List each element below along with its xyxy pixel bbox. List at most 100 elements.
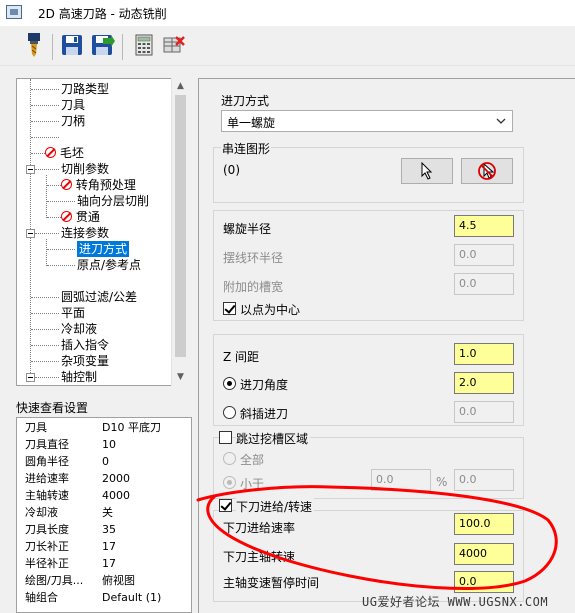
quick-view-row: 主轴转速 4000	[25, 487, 191, 504]
quick-view-value: 俯视图	[102, 574, 135, 587]
tree-scrollbar[interactable]: ▲ ▼	[171, 78, 188, 386]
tree-connector	[31, 313, 59, 314]
tree-connector	[46, 175, 47, 218]
skip-less-than-input[interactable]: 0.0	[371, 469, 431, 491]
expand-collapse-icon[interactable]	[26, 373, 35, 382]
skip-all-radio[interactable]	[223, 452, 236, 465]
tree-connector	[35, 169, 59, 170]
save-as-icon[interactable]	[89, 30, 117, 60]
entry-angle-input[interactable]: 2.0	[454, 372, 514, 394]
toolbar	[0, 26, 575, 66]
disabled-icon	[61, 179, 72, 190]
scroll-down-icon[interactable]: ▼	[172, 369, 189, 385]
tree-item-label: 转角预处理	[75, 178, 136, 192]
plunge-feed-speed-label: 下刀进给/转速	[236, 498, 315, 515]
chevron-down-icon	[496, 118, 506, 124]
tree-connector	[31, 297, 59, 298]
quick-view-row: 刀具长度 35	[25, 521, 191, 538]
tree-item-depth-cuts[interactable]: 轴向分层切削	[77, 193, 149, 209]
tree-item-arc-filter[interactable]: 圆弧过滤/公差	[61, 289, 137, 305]
quick-view-value: D10 平底刀	[102, 421, 161, 434]
tree-item-canned-text[interactable]: 插入指令	[61, 337, 109, 353]
tree-item-coolant[interactable]: 冷却液	[61, 321, 97, 337]
helix-radius-input[interactable]: 4.5	[454, 215, 514, 237]
tree-item-holder[interactable]: 刀柄	[61, 113, 85, 129]
quick-view-key: 半径补正	[25, 557, 69, 570]
quick-view-value: 17	[102, 540, 116, 553]
scroll-up-icon[interactable]: ▲	[172, 78, 189, 94]
trochoid-radius-input[interactable]: 0.0	[454, 244, 514, 266]
helix-radius-label: 螺旋半径	[223, 222, 272, 236]
tool-icon[interactable]	[20, 30, 48, 60]
tree-item-break-through[interactable]: 贯通	[61, 209, 100, 225]
quick-view-key: 冷却液	[25, 506, 58, 519]
entry-method-select[interactable]: 单一螺旋	[221, 110, 513, 132]
quick-view-panel: 刀具 D10 平底刀 刀具直径 10 圆角半径 0 进给速率 2000 主轴转速 4000…	[16, 417, 192, 613]
quick-view-row: 圆角半径 0	[25, 453, 191, 470]
tree-connector	[47, 185, 61, 186]
tree-item-linking-params[interactable]: 连接参数	[61, 225, 109, 241]
select-chain-button[interactable]	[401, 158, 453, 184]
tree-item-toolpath-type[interactable]: 刀路类型	[61, 81, 109, 97]
expand-collapse-icon[interactable]	[26, 165, 35, 174]
quick-view-value: 2000	[102, 472, 130, 485]
expand-collapse-icon[interactable]	[26, 229, 35, 238]
tree-item-misc-values[interactable]: 杂项变量	[61, 353, 109, 369]
tree-item-tool[interactable]: 刀具	[61, 97, 85, 113]
tree-item-home-ref-points[interactable]: 原点/参考点	[77, 257, 141, 273]
ramp-entry-input[interactable]: 0.0	[454, 401, 514, 423]
tree-item-planes[interactable]: 平面	[61, 305, 85, 321]
quick-view-key: 绘图/刀具...	[25, 574, 84, 587]
tree-connector	[47, 217, 61, 218]
entry-angle-label: 进刀角度	[240, 378, 289, 392]
quick-view-row: 进给速率 2000	[25, 470, 191, 487]
quick-view-key: 轴组合	[25, 591, 58, 604]
quick-view-key: 刀具长度	[25, 523, 69, 536]
clear-chain-button[interactable]	[461, 158, 513, 184]
skip-all-label: 全部	[240, 453, 265, 467]
quick-view-row: 绘图/刀具... 俯视图	[25, 572, 191, 589]
quick-view-row: 半径补正 17	[25, 555, 191, 572]
skip-less-than-input-2[interactable]: 0.0	[454, 469, 514, 491]
dwell-time-input[interactable]: 0.0	[454, 571, 514, 593]
tree-item-corner-preprocess[interactable]: 转角预处理	[61, 177, 136, 193]
quick-view-value: 0	[102, 455, 109, 468]
title-bar: 2D 高速刀路 - 动态铣削	[0, 0, 575, 26]
tree-connector	[31, 345, 59, 346]
skip-less-than-radio[interactable]	[223, 476, 236, 489]
scrollbar-thumb[interactable]	[175, 95, 186, 357]
tree-connector	[35, 377, 59, 378]
percent-label: %	[436, 475, 448, 489]
tree-connector	[47, 201, 75, 202]
plunge-feed-rate-input[interactable]: 100.0	[454, 513, 514, 535]
plunge-spindle-speed-input[interactable]: 4000	[454, 543, 514, 565]
extra-slot-width-input[interactable]: 0.0	[454, 273, 514, 295]
z-clearance-input[interactable]: 1.0	[454, 343, 514, 365]
skip-less-than-label: 小于	[240, 477, 265, 491]
quick-view-row: 冷却液 关	[25, 504, 191, 521]
calculator-icon[interactable]	[130, 30, 158, 60]
entry-method-label: 进刀方式	[221, 94, 270, 108]
tree-item-axis-control[interactable]: 轴控制	[61, 369, 97, 385]
save-icon[interactable]	[58, 30, 86, 60]
toolbar-separator	[52, 34, 53, 60]
entry-angle-radio[interactable]	[223, 377, 236, 390]
quick-view-key: 进给速率	[25, 472, 69, 485]
ramp-entry-radio[interactable]	[223, 406, 236, 419]
plunge-feed-rate-label: 下刀进给速率	[223, 521, 296, 535]
center-on-point-checkbox[interactable]	[223, 302, 236, 315]
tree-item-label: 毛坯	[59, 146, 84, 160]
delete-icon[interactable]	[160, 30, 188, 60]
skip-slot-checkbox[interactable]	[219, 431, 232, 444]
tree-item-entry-method[interactable]: 进刀方式	[77, 241, 130, 257]
quick-view-row: 刀长补正 17	[25, 538, 191, 555]
tree-item-stock[interactable]: 毛坯	[45, 145, 84, 161]
quick-view-row: 刀具直径 10	[25, 436, 191, 453]
tree-item-cut-params[interactable]: 切削参数	[61, 161, 109, 177]
plunge-feed-speed-checkbox[interactable]	[219, 499, 232, 512]
quick-view-title: 快速查看设置	[16, 401, 89, 415]
window-title: 2D 高速刀路 - 动态铣削	[38, 7, 167, 21]
ramp-entry-label: 斜插进刀	[240, 407, 289, 421]
tree-connector	[31, 137, 59, 138]
quick-view-key: 主轴转速	[25, 489, 69, 502]
